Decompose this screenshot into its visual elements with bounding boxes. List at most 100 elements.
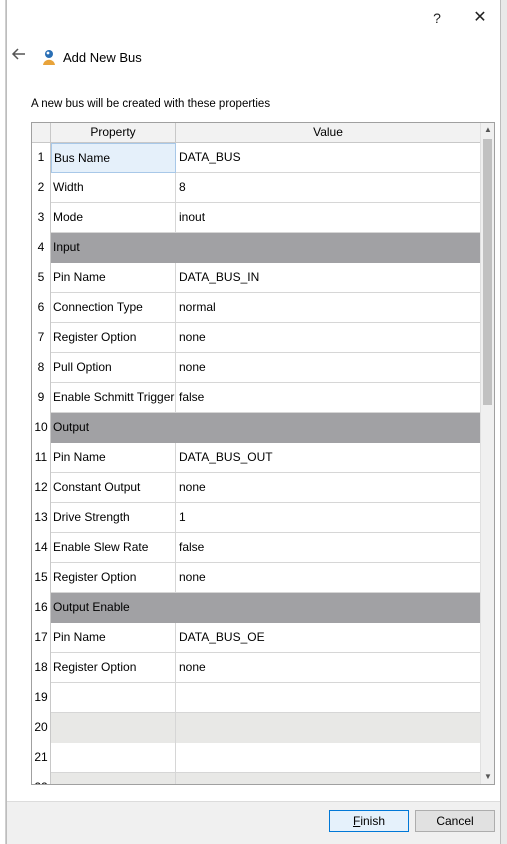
row-number: 2 [32, 173, 51, 203]
property-cell[interactable]: Output Enable [51, 593, 176, 623]
property-cell[interactable]: Width [51, 173, 176, 203]
value-cell[interactable]: DATA_BUS [176, 143, 480, 173]
value-cell[interactable] [176, 413, 480, 443]
finish-button[interactable]: Finish [329, 810, 409, 832]
back-arrow-icon[interactable] [11, 46, 27, 62]
property-cell[interactable]: Pin Name [51, 623, 176, 653]
value-cell[interactable] [176, 683, 480, 713]
property-cell[interactable]: Pin Name [51, 443, 176, 473]
property-cell[interactable]: Enable Slew Rate [51, 533, 176, 563]
table-header: Property Value [32, 123, 480, 143]
table-row[interactable]: 5 Pin Name DATA_BUS_IN [32, 263, 480, 293]
table-row[interactable]: 12 Constant Output none [32, 473, 480, 503]
table-row[interactable]: 8 Pull Option none [32, 353, 480, 383]
value-cell[interactable] [176, 713, 480, 743]
row-number: 8 [32, 353, 51, 383]
value-cell[interactable] [176, 233, 480, 263]
property-cell[interactable]: Register Option [51, 563, 176, 593]
value-cell[interactable]: none [176, 653, 480, 683]
cancel-button[interactable]: Cancel [415, 810, 495, 832]
table-row[interactable]: 13 Drive Strength 1 [32, 503, 480, 533]
property-cell[interactable]: Bus Name [51, 143, 176, 173]
property-cell[interactable]: Pull Option [51, 353, 176, 383]
properties-table: Property Value 1 Bus Name DATA_BUS 2 Width 8 3… [31, 122, 495, 785]
row-number: 10 [32, 413, 51, 443]
property-cell[interactable] [51, 683, 176, 713]
row-number: 21 [32, 743, 51, 773]
row-number: 13 [32, 503, 51, 533]
row-number: 14 [32, 533, 51, 563]
vertical-scrollbar[interactable]: ▲ ▼ [480, 123, 494, 784]
row-number: 16 [32, 593, 51, 623]
row-number: 18 [32, 653, 51, 683]
table-row[interactable]: 20 [32, 713, 480, 743]
value-cell[interactable] [176, 743, 480, 773]
column-header-value[interactable]: Value [176, 123, 480, 143]
value-cell[interactable]: DATA_BUS_IN [176, 263, 480, 293]
table-row[interactable]: 19 [32, 683, 480, 713]
value-cell[interactable]: none [176, 563, 480, 593]
column-header-property[interactable]: Property [51, 123, 176, 143]
table-section-row[interactable]: 4 Input [32, 233, 480, 263]
dialog-footer: Finish Cancel [7, 802, 500, 844]
header-corner [32, 123, 51, 143]
value-cell[interactable]: none [176, 353, 480, 383]
table-row[interactable]: 6 Connection Type normal [32, 293, 480, 323]
scroll-up-icon[interactable]: ▲ [481, 123, 494, 137]
add-new-bus-dialog: ? ✕ Add New Bus A new bus will be create… [6, 0, 501, 844]
table-section-row[interactable]: 16 Output Enable [32, 593, 480, 623]
property-cell[interactable] [51, 743, 176, 773]
table-section-row[interactable]: 10 Output [32, 413, 480, 443]
table-row[interactable]: 14 Enable Slew Rate false [32, 533, 480, 563]
row-number: 9 [32, 383, 51, 413]
property-cell[interactable]: Drive Strength [51, 503, 176, 533]
table-row[interactable]: 18 Register Option none [32, 653, 480, 683]
table-row[interactable]: 15 Register Option none [32, 563, 480, 593]
value-cell[interactable]: 1 [176, 503, 480, 533]
row-number: 15 [32, 563, 51, 593]
value-cell[interactable] [176, 773, 480, 784]
close-button[interactable]: ✕ [469, 8, 491, 28]
property-cell[interactable]: Enable Schmitt Trigger [51, 383, 176, 413]
property-cell[interactable]: Mode [51, 203, 176, 233]
table-row[interactable]: 2 Width 8 [32, 173, 480, 203]
value-cell[interactable]: false [176, 383, 480, 413]
table-row[interactable]: 3 Mode inout [32, 203, 480, 233]
property-cell[interactable]: Constant Output [51, 473, 176, 503]
property-cell[interactable]: Output [51, 413, 176, 443]
scroll-down-icon[interactable]: ▼ [481, 770, 494, 784]
description-text: A new bus will be created with these pro… [31, 98, 271, 110]
table-row[interactable]: 17 Pin Name DATA_BUS_OE [32, 623, 480, 653]
property-cell[interactable]: Register Option [51, 653, 176, 683]
row-number: 3 [32, 203, 51, 233]
table-row[interactable]: 7 Register Option none [32, 323, 480, 353]
property-cell[interactable]: Connection Type [51, 293, 176, 323]
table-row[interactable]: 11 Pin Name DATA_BUS_OUT [32, 443, 480, 473]
property-cell[interactable]: Pin Name [51, 263, 176, 293]
value-cell[interactable]: 8 [176, 173, 480, 203]
row-number: 4 [32, 233, 51, 263]
property-cell[interactable]: Register Option [51, 323, 176, 353]
row-number: 22 [32, 773, 51, 784]
table-row[interactable]: 22 [32, 773, 480, 784]
table-body: 1 Bus Name DATA_BUS 2 Width 8 3 Mode inout 4 Input… [32, 143, 480, 784]
table-row[interactable]: 21 [32, 743, 480, 773]
value-cell[interactable] [176, 593, 480, 623]
table-row[interactable]: 9 Enable Schmitt Trigger false [32, 383, 480, 413]
value-cell[interactable]: DATA_BUS_OE [176, 623, 480, 653]
table-row[interactable]: 1 Bus Name DATA_BUS [32, 143, 480, 173]
property-cell[interactable]: Input [51, 233, 176, 263]
property-cell[interactable] [51, 773, 176, 784]
property-cell[interactable] [51, 713, 176, 743]
scrollbar-thumb[interactable] [483, 139, 492, 405]
value-cell[interactable]: false [176, 533, 480, 563]
value-cell[interactable]: none [176, 473, 480, 503]
value-cell[interactable]: DATA_BUS_OUT [176, 443, 480, 473]
row-number: 17 [32, 623, 51, 653]
value-cell[interactable]: normal [176, 293, 480, 323]
row-number: 11 [32, 443, 51, 473]
help-button[interactable]: ? [427, 8, 447, 28]
app-logo-icon [43, 50, 55, 65]
value-cell[interactable]: none [176, 323, 480, 353]
value-cell[interactable]: inout [176, 203, 480, 233]
